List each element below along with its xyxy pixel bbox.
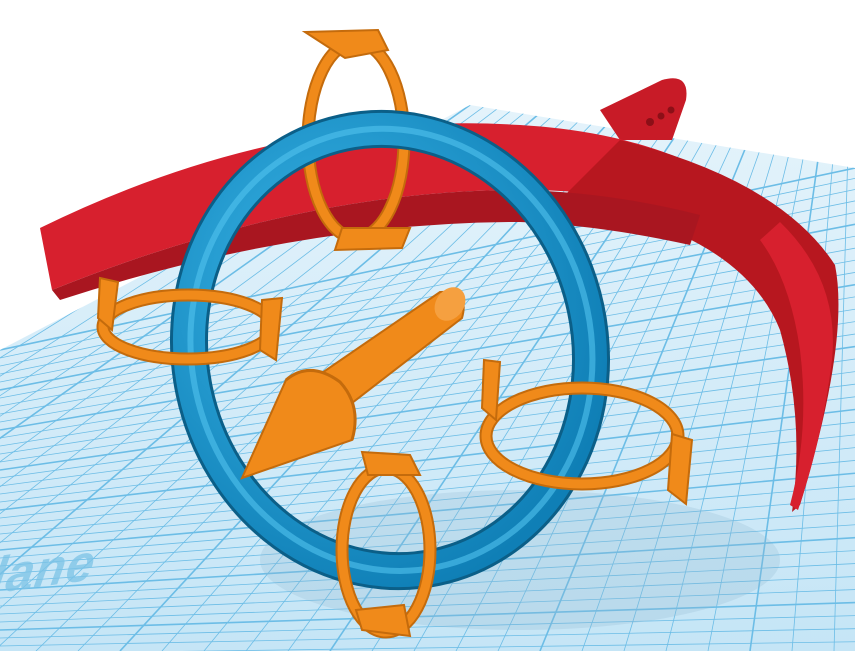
3d-viewport[interactable]: lane: [0, 0, 855, 651]
scene-canvas[interactable]: [0, 0, 855, 651]
